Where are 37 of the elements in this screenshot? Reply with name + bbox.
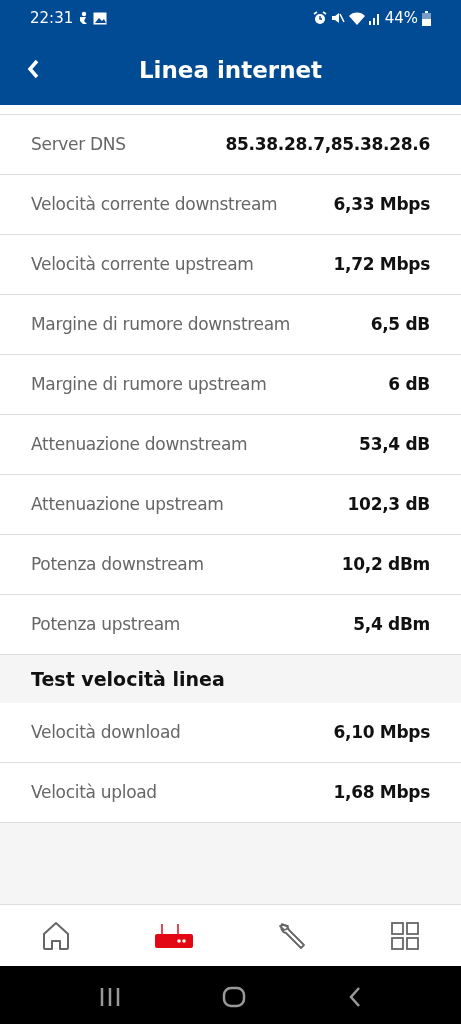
row-label: Attenuazione downstream — [31, 432, 248, 456]
row-label: Potenza upstream — [31, 612, 181, 636]
row-value: 6,5 dB — [370, 312, 430, 336]
back-icon — [26, 58, 40, 80]
row-value: 6,33 Mbps — [333, 192, 430, 216]
row-label: Attenuazione upstream — [31, 492, 224, 516]
home-button-icon[interactable] — [222, 986, 247, 1008]
grid-icon — [388, 919, 421, 952]
row-value: 5,4 dBm — [353, 612, 430, 636]
row-label: Margine di rumore downstream — [31, 312, 291, 336]
row-label: Potenza downstream — [31, 552, 204, 576]
row-label: Margine di rumore upstream — [31, 372, 267, 396]
image-icon — [93, 11, 108, 25]
battery-icon — [422, 10, 431, 26]
row-label: Velocità corrente upstream — [31, 252, 254, 276]
battery-percent: 44% — [384, 7, 418, 29]
row-value: 6,10 Mbps — [333, 720, 430, 744]
row-label: Server DNS — [31, 132, 126, 156]
row-value: 6 dB — [388, 372, 430, 396]
row-value: 1,72 Mbps — [333, 252, 430, 276]
alarm-icon — [312, 11, 327, 25]
screen-title: Linea internet — [138, 56, 323, 86]
row-value: 53,4 dB — [359, 432, 430, 456]
row-label: Velocità corrente downstream — [31, 192, 278, 216]
row-value: 85.38.28.7,85.38.28.6 — [225, 132, 430, 156]
recent-apps-icon[interactable] — [98, 987, 121, 1007]
status-time: 22:31 — [30, 7, 74, 29]
back-button[interactable] — [26, 58, 40, 80]
row-label: Velocità download — [31, 720, 181, 744]
wifi-icon — [348, 11, 365, 25]
row-value: 10,2 dBm — [341, 552, 430, 576]
row-label: Velocità upload — [31, 780, 157, 804]
mute-icon — [330, 11, 345, 25]
back-nav-icon[interactable] — [348, 986, 363, 1008]
signal-icon — [368, 11, 381, 25]
row-value: 1,68 Mbps — [333, 780, 430, 804]
row-value: 102,3 dB — [347, 492, 430, 516]
